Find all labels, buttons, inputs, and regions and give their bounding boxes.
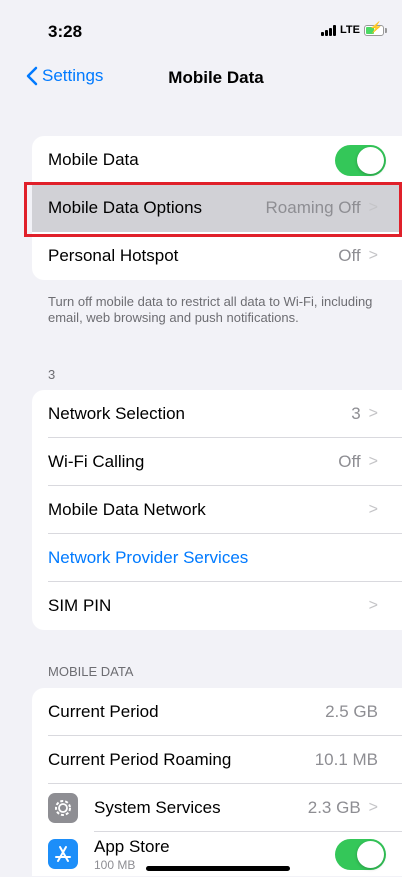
chevron-right-icon: > <box>368 247 378 264</box>
chevron-right-icon: > <box>368 597 378 614</box>
network-selection-value: 3 <box>351 404 361 423</box>
wifi-calling-label: Wi-Fi Calling <box>48 452 145 471</box>
current-period-label: Current Period <box>48 702 159 721</box>
status-bar: 3:28 LTE ⚡ <box>0 0 402 60</box>
app-store-icon <box>48 839 78 869</box>
chevron-right-icon: > <box>368 799 378 816</box>
network-provider-services-link[interactable]: Network Provider Services <box>48 548 378 568</box>
home-indicator[interactable] <box>146 866 290 871</box>
system-services-row[interactable]: System Services 2.3 GB > <box>32 784 402 832</box>
gear-icon <box>48 793 78 823</box>
current-period-row: Current Period 2.5 GB <box>32 688 402 736</box>
network-selection-row[interactable]: Network Selection 3 > <box>32 390 402 438</box>
network-selection-label: Network Selection <box>48 404 186 423</box>
current-period-value: 2.5 GB <box>325 702 378 721</box>
network-type-label: LTE <box>340 24 360 36</box>
sim-pin-label: SIM PIN <box>48 596 112 615</box>
carrier-section-header: 3 <box>48 367 56 382</box>
system-services-label: System Services <box>94 798 221 817</box>
mobile-data-row: Mobile Data <box>32 136 402 184</box>
navigation-bar: Settings Mobile Data <box>0 60 402 100</box>
chevron-right-icon: > <box>368 405 378 422</box>
chevron-right-icon: > <box>368 453 378 470</box>
mobile-data-section-header: MOBILE DATA <box>48 664 134 679</box>
highlight-box <box>24 182 402 237</box>
wifi-calling-row[interactable]: Wi-Fi Calling Off > <box>32 438 402 486</box>
mobile-data-network-row[interactable]: Mobile Data Network > <box>32 486 402 534</box>
signal-icon <box>321 24 337 36</box>
personal-hotspot-label: Personal Hotspot <box>48 246 179 265</box>
mobile-data-footer-note: Turn off mobile data to restrict all dat… <box>48 294 373 325</box>
personal-hotspot-value: Off <box>338 246 361 265</box>
network-provider-services-row[interactable]: Network Provider Services <box>32 534 402 582</box>
page-title: Mobile Data <box>168 68 264 87</box>
carrier-settings-group: Network Selection 3 > Wi-Fi Calling Off … <box>32 390 402 630</box>
mobile-data-toggle[interactable] <box>335 144 386 176</box>
app-store-label: App Store <box>94 836 170 856</box>
status-indicators: LTE ⚡ <box>321 22 387 36</box>
sim-pin-row[interactable]: SIM PIN > <box>32 582 402 630</box>
system-services-value: 2.3 GB <box>307 798 361 817</box>
personal-hotspot-row[interactable]: Personal Hotspot Off > <box>32 232 402 280</box>
chevron-right-icon: > <box>368 501 378 518</box>
battery-icon: ⚡ <box>364 22 387 36</box>
current-period-roaming-label: Current Period Roaming <box>48 750 232 769</box>
status-time: 3:28 <box>48 22 83 41</box>
app-store-toggle[interactable] <box>335 838 386 870</box>
wifi-calling-value: Off <box>338 452 361 471</box>
current-period-roaming-value: 10.1 MB <box>314 750 378 769</box>
current-period-roaming-row: Current Period Roaming 10.1 MB <box>32 736 402 784</box>
mobile-data-usage-group: Current Period 2.5 GB Current Period Roa… <box>32 688 402 876</box>
mobile-data-label: Mobile Data <box>48 150 139 169</box>
mobile-data-network-label: Mobile Data Network <box>48 500 206 519</box>
